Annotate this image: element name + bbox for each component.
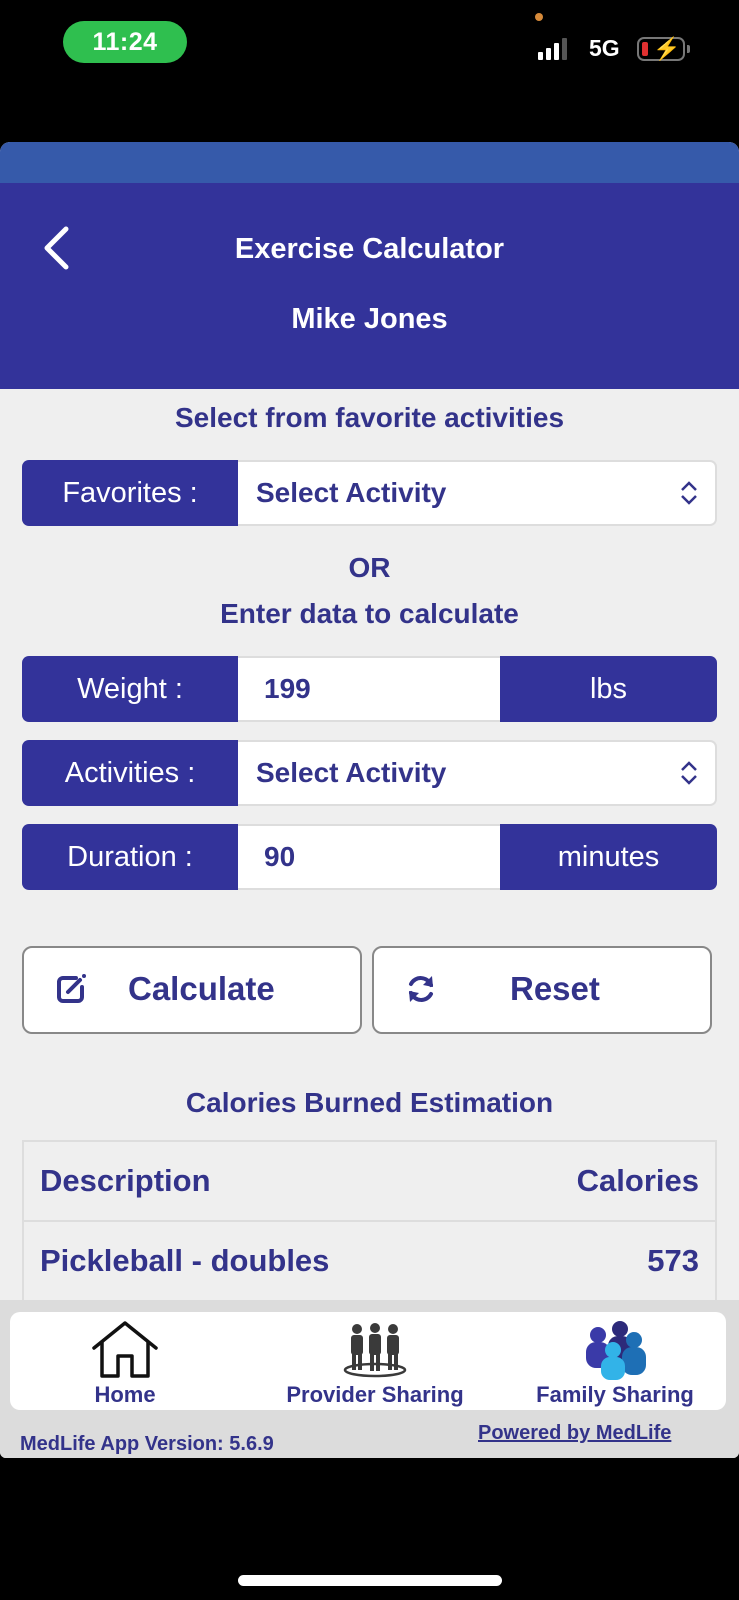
or-text: OR [348, 552, 391, 583]
refresh-icon [409, 976, 433, 1002]
status-time: 11:24 [63, 21, 187, 63]
results-table: Description Calories Pickleball - double… [22, 1140, 717, 1302]
signal-strength-icon [538, 38, 567, 60]
reset-button-label: Reset [510, 970, 600, 1007]
status-bar: 11:24 5G ⚡ [0, 0, 739, 140]
activities-row: Activities : Select Activity [22, 740, 717, 806]
nav-family-sharing[interactable]: Family Sharing [520, 1312, 710, 1410]
table-row: Pickleball - doubles 573 [24, 1222, 715, 1302]
favorites-row: Favorites : Select Activity [22, 460, 717, 526]
results-title: Calories Burned Estimation [185, 1087, 554, 1118]
network-type: 5G [589, 35, 620, 61]
page-title: Exercise Calculator [234, 233, 505, 265]
weight-row: Weight : 199 lbs [22, 656, 717, 722]
provider-group-icon [343, 1323, 407, 1378]
weight-input[interactable]: 199 [238, 656, 500, 722]
reset-button[interactable]: Reset [372, 946, 712, 1034]
activities-label: Activities : [22, 740, 238, 806]
family-group-icon [586, 1321, 646, 1380]
calculate-button[interactable]: Calculate [22, 946, 362, 1034]
nav-home[interactable]: Home [80, 1312, 170, 1410]
select-chevrons-icon [681, 761, 697, 785]
column-header-description: Description [40, 1163, 211, 1198]
nav-provider-sharing[interactable]: Provider Sharing [265, 1312, 485, 1410]
favorites-section-title: Select from favorite activities [174, 402, 565, 433]
duration-label: Duration : [22, 824, 238, 890]
enter-data-text: Enter data to calculate [220, 598, 519, 629]
privacy-indicator-dot [535, 13, 543, 21]
favorites-select-value: Select Activity [256, 477, 447, 508]
duration-input[interactable]: 90 [238, 824, 500, 890]
nav-family-sharing-label: Family Sharing [536, 1382, 694, 1407]
weight-unit: lbs [500, 656, 717, 722]
activities-select-value: Select Activity [256, 757, 447, 788]
nav-home-label: Home [94, 1382, 156, 1407]
calculate-button-label: Calculate [128, 970, 275, 1007]
home-icon [92, 1321, 158, 1378]
battery-charging-low-icon: ⚡ [637, 36, 685, 61]
nav-provider-sharing-label: Provider Sharing [286, 1382, 464, 1407]
column-header-calories: Calories [576, 1163, 699, 1198]
bottom-nav: Home Provider Sharing Family Sharing [10, 1312, 726, 1410]
app-version: MedLife App Version: 5.6.9 [20, 1433, 274, 1455]
edit-icon [57, 974, 86, 1003]
battery-tip [687, 45, 690, 53]
row-description: Pickleball - doubles [40, 1243, 330, 1278]
activities-select[interactable]: Select Activity [238, 740, 717, 806]
row-calories: 573 [647, 1243, 699, 1278]
weight-label: Weight : [22, 656, 238, 722]
favorites-label: Favorites : [22, 460, 238, 526]
duration-row: Duration : 90 minutes [22, 824, 717, 890]
duration-unit: minutes [500, 824, 717, 890]
favorites-select[interactable]: Select Activity [238, 460, 717, 526]
select-chevrons-icon [681, 481, 697, 505]
table-header-row: Description Calories [24, 1142, 715, 1222]
powered-by-link[interactable]: Powered by MedLife [478, 1422, 671, 1445]
home-indicator[interactable] [238, 1575, 502, 1586]
top-accent-strip [0, 142, 739, 183]
app-header: Exercise Calculator Mike Jones [0, 183, 739, 389]
bottom-bar: Home Provider Sharing Family Sharing Med… [0, 1300, 739, 1458]
user-name: Mike Jones [291, 303, 448, 335]
